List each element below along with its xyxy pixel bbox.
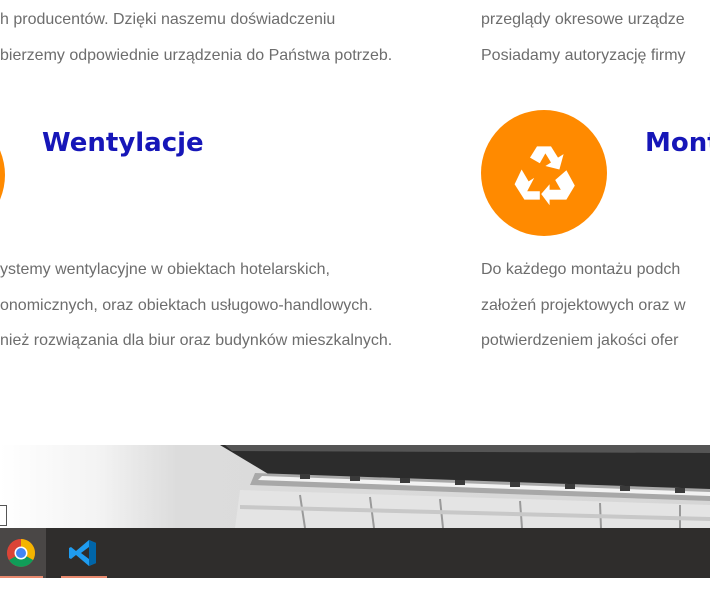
montaz-icon-circle: [481, 110, 607, 236]
text-line: h producentów. Dzięki naszemu doświadcze…: [0, 11, 336, 28]
text-line: potwierdzeniem jakości ofer: [481, 332, 679, 349]
page-bottom-background: [0, 578, 710, 599]
recycle-icon: [514, 146, 575, 206]
text-line: onomicznych, oraz obiektach usługowo-han…: [0, 296, 373, 314]
air-conditioner-illustration: [220, 445, 710, 528]
intro-paragraph-left: h producentów. Dzięki naszemu doświadcze…: [0, 2, 392, 73]
text-line: ystemy wentylacyjne w obiektach hotelars…: [0, 261, 330, 278]
text-line: bierzemy odpowiednie urządzenia do Państ…: [0, 46, 393, 64]
text-line: Posiadamy autoryzację firmy: [481, 46, 686, 64]
air-conditioner-image: [0, 445, 710, 528]
wentylacje-heading: Wentylacje: [42, 128, 204, 158]
text-line: przeglądy okresowe urządze: [481, 11, 685, 28]
text-line: nież rozwiązania dla biur oraz budynków …: [0, 332, 393, 349]
text-line: Do każdego montażu podch: [481, 261, 681, 278]
taskbar-chrome-button[interactable]: [0, 528, 46, 578]
text-line: założeń projektowych oraz w: [481, 296, 686, 314]
chrome-icon: [7, 539, 35, 567]
montaz-paragraph: Do każdego montażu podch założeń projekt…: [481, 252, 686, 359]
wentylacje-paragraph: ystemy wentylacyjne w obiektach hotelars…: [0, 252, 392, 359]
intro-paragraph-right: przeglądy okresowe urządze Posiadamy aut…: [481, 2, 686, 73]
webpage: h producentów. Dzięki naszemu doświadcze…: [0, 0, 710, 599]
taskbar: [0, 528, 710, 578]
scrollbar-handle[interactable]: [0, 505, 7, 526]
wentylacje-icon-circle: [0, 112, 5, 238]
taskbar-vscode-button[interactable]: [58, 528, 110, 578]
vscode-icon: [69, 540, 96, 566]
montaz-heading: Mont: [645, 128, 710, 158]
